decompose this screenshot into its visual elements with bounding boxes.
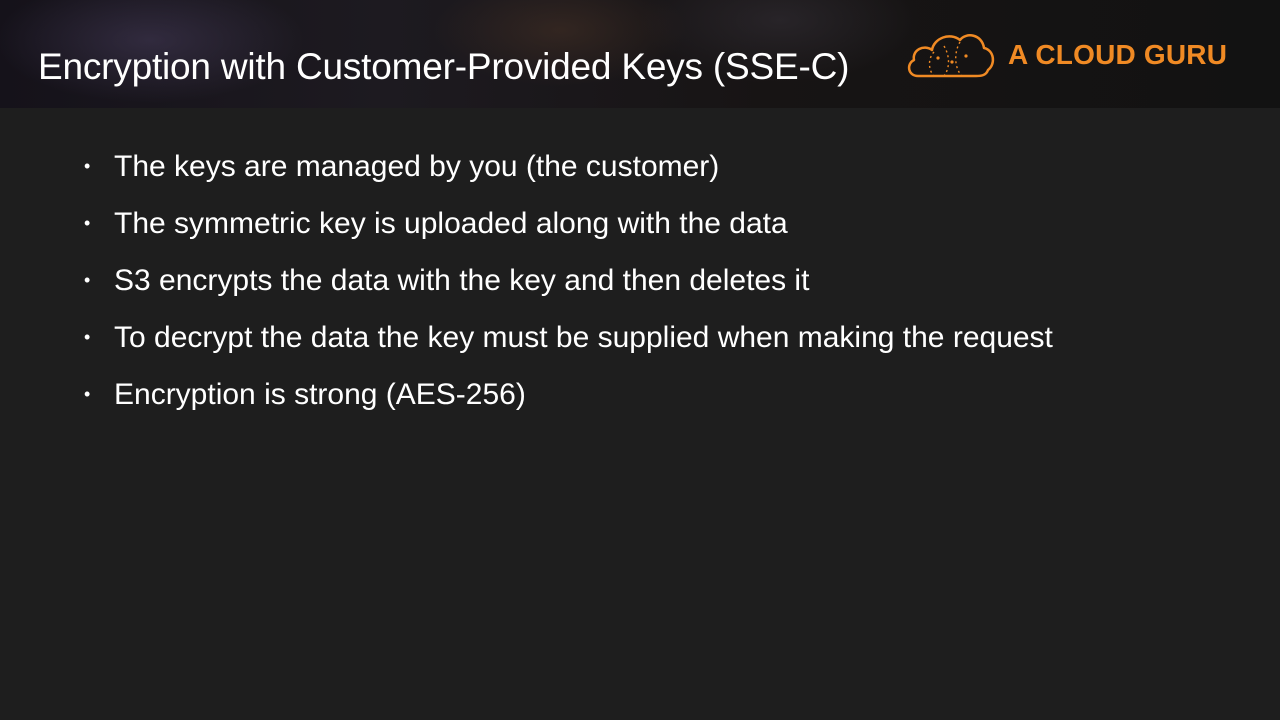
bullet-dot-icon: • [84,327,91,347]
bullet-list: • The keys are managed by you (the custo… [84,138,1053,423]
bullet-text: To decrypt the data the key must be supp… [114,320,1053,354]
bullet-item: • The keys are managed by you (the custo… [84,138,1053,195]
bullet-text: S3 encrypts the data with the key and th… [114,263,810,297]
slide-header: Encryption with Customer-Provided Keys (… [0,0,1280,108]
bullet-dot-icon: • [84,213,91,233]
bullet-dot-icon: • [84,156,91,176]
bullet-item: • The symmetric key is uploaded along wi… [84,195,1053,252]
bullet-item: • To decrypt the data the key must be su… [84,309,1053,366]
bullet-dot-icon: • [84,270,91,290]
bullet-text: The keys are managed by you (the custome… [114,149,720,183]
bullet-text: The symmetric key is uploaded along with… [114,206,788,240]
bullet-item: • S3 encrypts the data with the key and … [84,252,1053,309]
cloud-icon [904,28,996,82]
slide-title: Encryption with Customer-Provided Keys (… [38,46,850,87]
logo-text: A CLOUD GURU [1008,39,1228,70]
slide: Encryption with Customer-Provided Keys (… [0,0,1280,720]
brand-logo: A CLOUD GURU [904,28,1227,82]
bullet-item: • Encryption is strong (AES-256) [84,366,1053,423]
bullet-text: Encryption is strong (AES-256) [114,377,526,411]
bullet-dot-icon: • [84,384,91,404]
